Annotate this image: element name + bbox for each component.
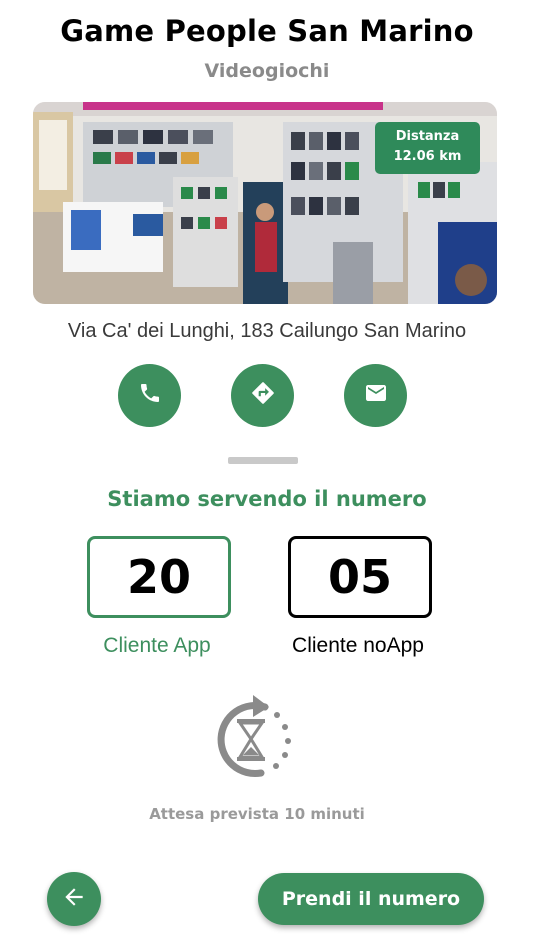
store-category: Videogiochi <box>204 60 330 82</box>
noapp-number-label: Cliente noApp <box>292 634 424 657</box>
call-button[interactable] <box>118 364 181 427</box>
app-number-label: Cliente App <box>103 634 211 657</box>
mail-icon <box>364 381 388 410</box>
directions-icon <box>250 380 276 411</box>
distance-value: 12.06 km <box>393 149 462 164</box>
app-number-box: 20 <box>87 536 231 618</box>
sheet-handle[interactable] <box>228 457 298 464</box>
noapp-number-box: 05 <box>288 536 432 618</box>
distance-badge: Distanza 12.06 km <box>375 122 480 174</box>
store-name: Game People San Marino <box>60 14 474 48</box>
distance-label: Distanza <box>395 129 460 144</box>
take-number-button[interactable]: Prendi il numero <box>258 873 484 925</box>
arrow-left-icon <box>61 884 87 915</box>
serving-heading: Stiamo servendo il numero <box>107 487 427 511</box>
store-address: Via Ca' dei Lunghi, 183 Cailungo San Mar… <box>67 320 467 342</box>
back-button[interactable] <box>47 872 101 926</box>
estimated-wait: Attesa prevista 10 minuti <box>149 805 365 823</box>
email-button[interactable] <box>344 364 407 427</box>
phone-icon <box>138 381 162 410</box>
directions-button[interactable] <box>231 364 294 427</box>
hourglass-timer-icon <box>203 689 299 785</box>
